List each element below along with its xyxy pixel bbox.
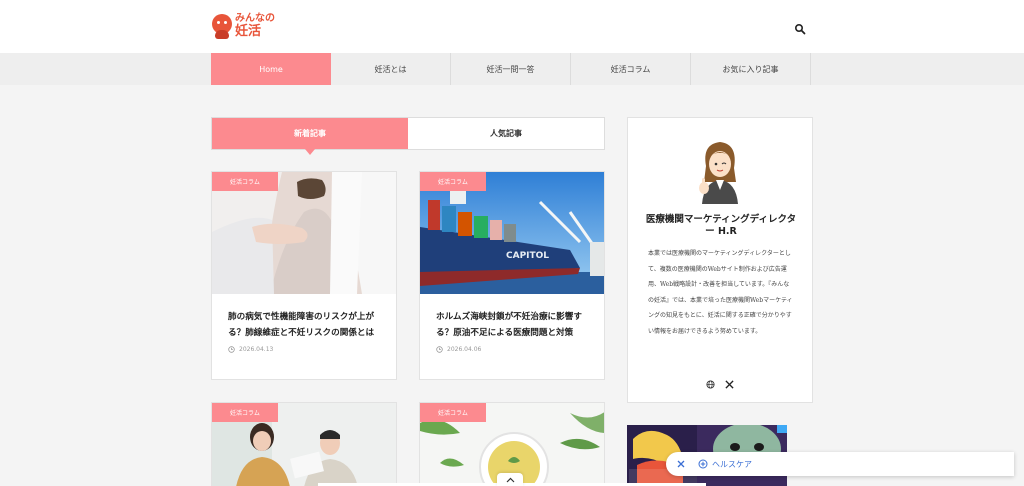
article-title[interactable]: 肺の病気で性機能障害のリスクが上がる？肺線維症と不妊リスクの関係とは	[212, 294, 396, 341]
search-button[interactable]	[794, 20, 806, 35]
website-link[interactable]	[706, 374, 715, 389]
author-avatar	[699, 142, 738, 204]
category-badge: 妊活コラム	[420, 172, 486, 191]
article-thumbnail[interactable]: 妊活コラム	[212, 172, 396, 294]
logo-text-line2: 妊活	[235, 24, 262, 39]
tab-popular-articles[interactable]: 人気記事	[408, 118, 604, 149]
logo-mascot-icon	[211, 13, 233, 39]
plus-circle-icon[interactable]	[698, 459, 708, 469]
search-icon	[794, 23, 806, 35]
clock-icon	[436, 346, 443, 353]
svg-text:CAPITOL: CAPITOL	[506, 251, 549, 261]
article-date: 2026.04.13	[239, 346, 274, 353]
topic-label[interactable]: ヘルスケア	[712, 459, 752, 470]
category-badge: 妊活コラム	[212, 403, 278, 422]
floating-topic-bar: ヘルスケア	[666, 452, 1014, 476]
author-profile-widget: 医療機関マーケティングディレクター H.R 本業では医療機関のマーケティングディ…	[627, 117, 813, 403]
tab-new-articles[interactable]: 新着記事	[212, 118, 408, 155]
nav-item-faq[interactable]: 妊活一問一答	[451, 53, 571, 85]
clock-icon	[228, 346, 235, 353]
global-nav: Home 妊活とは 妊活一問一答 妊活コラム お気に入り記事	[0, 53, 1024, 85]
site-logo[interactable]: みんなの 妊活	[211, 13, 275, 39]
logo-text-line1: みんなの	[235, 13, 275, 24]
site-header: みんなの 妊活	[0, 0, 1024, 53]
article-card[interactable]: 妊活コラム	[211, 402, 397, 486]
category-badge: 妊活コラム	[212, 172, 278, 191]
article-thumbnail[interactable]: 妊活コラム	[212, 403, 396, 486]
article-card[interactable]: 妊活コラム CAPITOL ホルムズ海峡封鎖が不妊治療に影響する？原油不足による…	[419, 171, 605, 380]
x-twitter-link[interactable]	[725, 374, 734, 389]
nav-item-about[interactable]: 妊活とは	[331, 53, 451, 85]
article-date: 2026.04.06	[447, 346, 482, 353]
article-title[interactable]: ホルムズ海峡封鎖が不妊治療に影響する？原油不足による医療問題と対策	[420, 294, 604, 341]
globe-icon	[706, 380, 715, 389]
article-tabs: 新着記事 人気記事	[211, 117, 605, 155]
scroll-up-button[interactable]	[497, 473, 523, 486]
close-icon	[677, 460, 685, 468]
nav-item-column[interactable]: 妊活コラム	[571, 53, 691, 85]
x-logo-icon	[725, 380, 734, 389]
author-description: 本業では医療機関のマーケティングディレクターとして、複数の医療機関のWebサイト…	[648, 250, 793, 335]
author-name: 医療機関マーケティングディレクター H.R	[645, 214, 797, 237]
nav-item-home[interactable]: Home	[211, 53, 331, 85]
chevron-up-icon	[506, 477, 514, 482]
close-button[interactable]	[676, 459, 686, 469]
article-card[interactable]: 妊活コラム 肺の病気で性機能障害のリスクが上がる？肺線維症と不妊リスクの関係とは…	[211, 171, 397, 380]
nav-item-favorites[interactable]: お気に入り記事	[691, 53, 811, 85]
article-thumbnail[interactable]: 妊活コラム CAPITOL	[420, 172, 604, 294]
category-badge: 妊活コラム	[420, 403, 486, 422]
